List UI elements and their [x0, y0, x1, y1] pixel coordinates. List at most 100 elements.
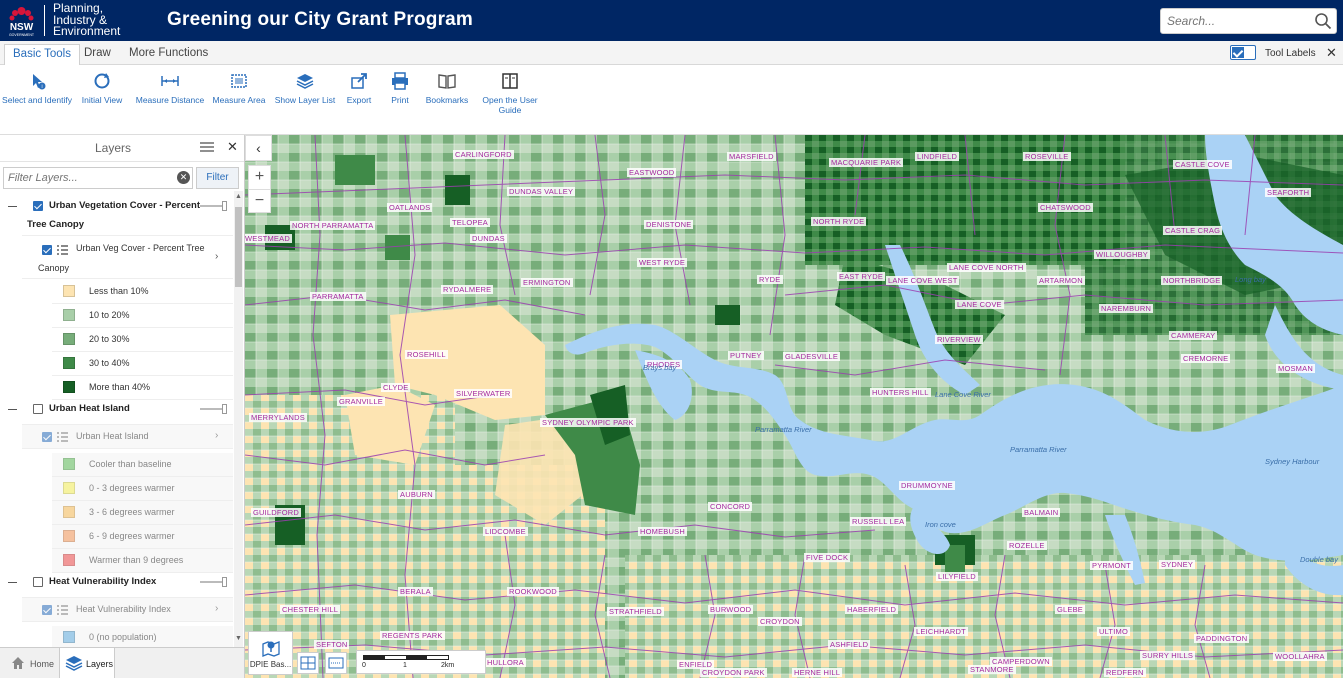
legend-row: Warmer than 9 degrees	[52, 549, 233, 573]
legend-swatch	[63, 530, 75, 542]
initial-view-button[interactable]: Initial View	[67, 71, 137, 105]
opacity-slider[interactable]	[200, 404, 228, 414]
panel-title: Layers	[95, 141, 132, 155]
collapse-panel-button[interactable]: ‹	[245, 135, 272, 161]
legend-swatch	[63, 506, 75, 518]
group-label-line1: Urban Vegetation Cover - Percent	[49, 200, 200, 211]
group-checkbox[interactable]	[33, 577, 43, 587]
filter-layers-input[interactable]	[4, 168, 172, 188]
suburb-label: BALMAIN	[1022, 508, 1061, 517]
slider-thumb[interactable]	[222, 201, 227, 211]
opacity-slider[interactable]	[200, 577, 228, 587]
bottom-tabs: Home Layers	[0, 647, 245, 678]
suburb-label: MARSFIELD	[727, 152, 776, 161]
legend-swatch	[63, 482, 75, 494]
tool-tabbar: Basic Tools Draw More Functions	[0, 41, 1343, 65]
scroll-up-icon[interactable]: ▲	[235, 193, 242, 200]
legend-label: 3 - 6 degrees warmer	[89, 507, 175, 517]
legend-label: More than 40%	[89, 382, 151, 392]
search-icon[interactable]	[1314, 12, 1332, 30]
suburb-label: BERALA	[398, 587, 433, 596]
sublayer-checkbox[interactable]	[42, 605, 52, 615]
bookmarks-button[interactable]: Bookmarks	[412, 71, 482, 105]
legend-label: 10 to 20%	[89, 310, 130, 320]
tool-label: Measure Area	[212, 95, 266, 105]
suburb-label: ASHFIELD	[828, 640, 871, 649]
logo-subtext: GOVERNMENT	[9, 33, 35, 37]
map-view[interactable]: CARLINGFORD MARSFIELD MACQUARIE PARK LINDFI…	[245, 135, 1343, 678]
water-label: Iron cove	[925, 520, 956, 529]
scroll-thumb[interactable]	[235, 207, 242, 287]
chevron-right-icon[interactable]: ›	[215, 430, 218, 441]
app-header: NSW GOVERNMENT Planning, Industry & Envi…	[0, 0, 1343, 41]
slider-thumb[interactable]	[222, 577, 227, 587]
coordinate-button[interactable]	[325, 652, 347, 674]
tab-home[interactable]: Home	[0, 648, 58, 678]
tool-label: Measure Distance	[135, 95, 205, 105]
chevron-right-icon[interactable]: ›	[215, 603, 218, 614]
tool-label: Initial View	[81, 95, 123, 105]
suburb-label: HUNTERS HILL	[870, 388, 931, 397]
toolbar: i Select and Identify Initial View Measu…	[0, 65, 1343, 135]
suburb-label: HERNE HILL	[792, 668, 843, 677]
sublayer-checkbox[interactable]	[42, 245, 52, 255]
tab-more-functions[interactable]: More Functions	[121, 44, 216, 65]
suburb-label: CAMMERAY	[1169, 331, 1218, 340]
tab-layers[interactable]: Layers	[59, 648, 115, 678]
group-label-line2: Tree Canopy	[27, 219, 85, 230]
sublayer-checkbox[interactable]	[42, 432, 52, 442]
scroll-down-icon[interactable]: ▼	[235, 635, 242, 642]
close-icon[interactable]: ✕	[1326, 45, 1337, 61]
close-panel-icon[interactable]: ✕	[227, 139, 238, 155]
collapse-icon[interactable]	[8, 582, 17, 583]
search-input[interactable]	[1161, 9, 1311, 33]
zoom-in-button[interactable]: +	[249, 166, 270, 189]
legend-row: Less than 10%	[52, 280, 233, 304]
user-guide-button[interactable]: Open the User Guide	[475, 71, 545, 115]
suburb-label: SEFTON	[314, 640, 350, 649]
legend-row: Cooler than baseline	[52, 453, 233, 477]
group-checkbox[interactable]	[33, 201, 43, 211]
legend-swatch	[63, 381, 75, 393]
measure-area-button[interactable]: Measure Area	[204, 71, 274, 105]
map-canvas[interactable]	[245, 135, 1343, 678]
group-checkbox[interactable]	[33, 404, 43, 414]
tab-draw[interactable]: Draw	[76, 44, 119, 65]
clear-icon[interactable]: ✕	[177, 171, 190, 184]
suburb-label: AUBURN	[398, 490, 435, 499]
tool-labels-toggle[interactable]	[1230, 45, 1256, 60]
sublayer-label: Heat Vulnerability Index	[76, 604, 171, 614]
suburb-label: ROZELLE	[1007, 541, 1047, 550]
measure-distance-button[interactable]: Measure Distance	[135, 71, 205, 105]
suburb-label: WESTMEAD	[245, 234, 292, 243]
legend-row: 3 - 6 degrees warmer	[52, 501, 233, 525]
legend-label: 30 to 40%	[89, 358, 130, 368]
suburb-label: LANE COVE NORTH	[947, 263, 1026, 272]
panel-scrollbar[interactable]: ▲ ▼	[234, 191, 243, 647]
select-identify-button[interactable]: i Select and Identify	[2, 71, 72, 105]
slider-thumb[interactable]	[222, 404, 227, 414]
suburb-label: OATLANDS	[387, 203, 433, 212]
suburb-label: CONCORD	[708, 502, 753, 511]
legend-label: 20 to 30%	[89, 334, 130, 344]
filter-field[interactable]: ✕	[3, 167, 193, 189]
coordinate-icon	[328, 657, 344, 669]
scale-button[interactable]	[297, 652, 319, 674]
opacity-slider[interactable]	[200, 201, 228, 211]
menu-icon[interactable]	[200, 141, 214, 153]
chevron-right-icon[interactable]: ›	[215, 251, 218, 262]
search-box[interactable]	[1160, 8, 1337, 34]
basemap-icon	[261, 641, 280, 657]
scale-tick: 2km	[441, 662, 455, 669]
suburb-label: GLEBE	[1055, 605, 1086, 614]
nsw-logo[interactable]: NSW GOVERNMENT	[3, 2, 40, 38]
legend-label: 0 (no population)	[89, 632, 157, 642]
layers-icon	[296, 74, 314, 89]
basemap-button[interactable]: DPIE Bas...	[248, 631, 293, 675]
collapse-icon[interactable]	[8, 409, 17, 410]
measure-distance-icon	[161, 76, 179, 86]
tab-basic-tools[interactable]: Basic Tools	[4, 44, 80, 65]
collapse-icon[interactable]	[8, 206, 17, 207]
filter-button[interactable]: Filter	[196, 167, 239, 189]
zoom-out-button[interactable]: −	[249, 189, 270, 212]
